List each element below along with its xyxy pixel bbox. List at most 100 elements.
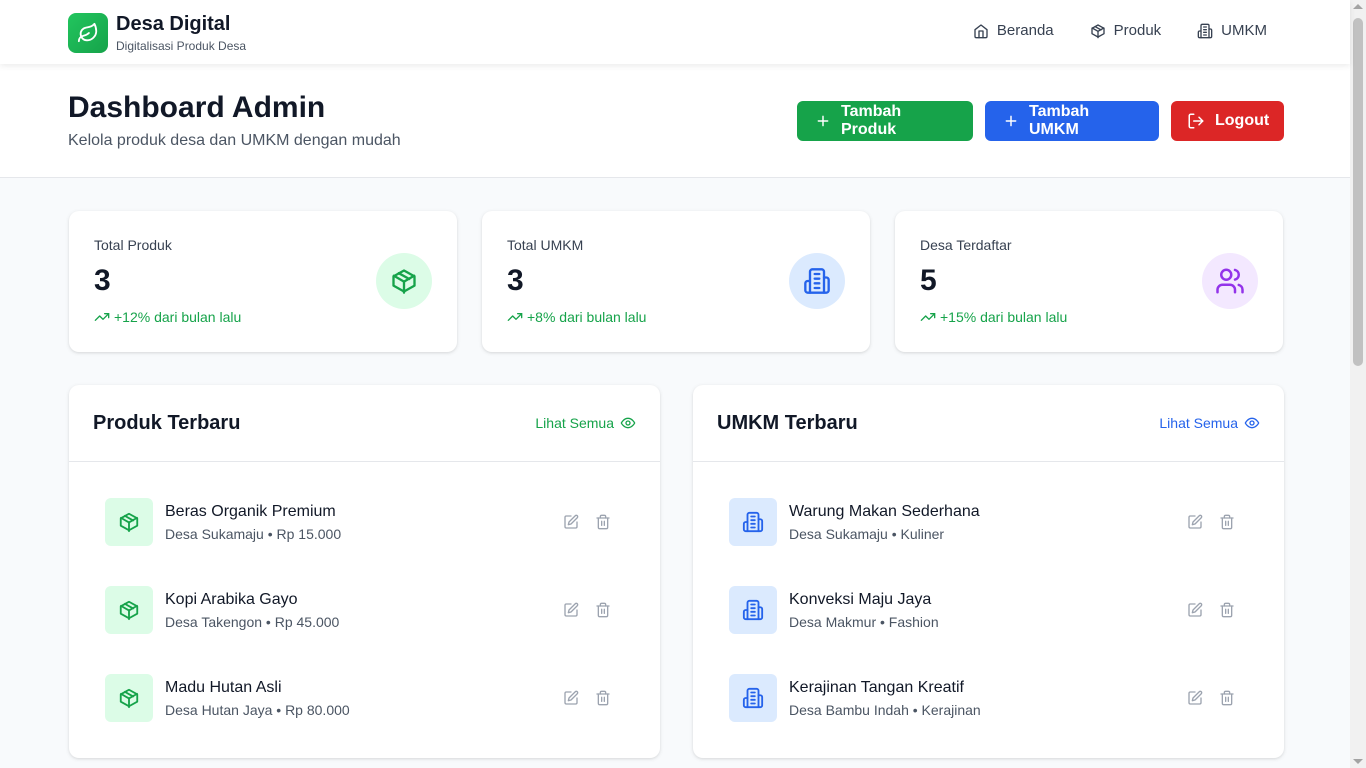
stat-label: Desa Terdaftar bbox=[920, 237, 1012, 253]
scroll-thumb[interactable] bbox=[1353, 18, 1363, 366]
stat-trend-text: +12% dari bulan lalu bbox=[114, 309, 242, 325]
trash-icon[interactable] bbox=[1219, 690, 1235, 706]
list-item[interactable]: Kerajinan Tangan Kreatif Desa Bambu Inda… bbox=[729, 674, 1248, 722]
scroll-down-arrow-icon[interactable] bbox=[1353, 759, 1363, 764]
nav-link-label: Beranda bbox=[996, 22, 1054, 39]
item-title: Kerajinan Tangan Kreatif bbox=[789, 679, 964, 696]
panel-header: UMKM Terbaru Lihat Semua bbox=[693, 385, 1284, 462]
brand-title: Desa Digital bbox=[116, 13, 231, 35]
plus-icon bbox=[1003, 113, 1019, 129]
stat-card-desa-terdaftar: Desa Terdaftar 5 +15% dari bulan lalu bbox=[895, 211, 1283, 352]
add-product-label: Tambah Produk bbox=[841, 103, 902, 138]
package-icon bbox=[105, 586, 153, 634]
edit-icon[interactable] bbox=[1187, 514, 1203, 530]
brand[interactable]: Desa Digital Digitalisasi Produk Desa bbox=[68, 12, 246, 54]
list-item[interactable]: Kopi Arabika Gayo Desa Takengon • Rp 45.… bbox=[105, 586, 624, 634]
add-umkm-label: Tambah UMKM bbox=[1029, 103, 1090, 138]
building-icon bbox=[729, 498, 777, 546]
edit-icon[interactable] bbox=[563, 690, 579, 706]
trash-icon[interactable] bbox=[595, 514, 611, 530]
logout-button[interactable]: Logout bbox=[1171, 101, 1284, 141]
latest-umkm-panel: UMKM Terbaru Lihat Semua Warung Makan Se… bbox=[693, 385, 1284, 758]
stat-label: Total Produk bbox=[94, 237, 172, 253]
header-actions: Tambah Produk Tambah UMKM Logout bbox=[785, 101, 1284, 141]
stat-trend: +15% dari bulan lalu bbox=[920, 309, 1067, 325]
building-icon bbox=[729, 674, 777, 722]
item-meta: Desa Hutan Jaya • Rp 80.000 bbox=[165, 702, 350, 718]
trash-icon[interactable] bbox=[1219, 602, 1235, 618]
page-title: Dashboard Admin bbox=[68, 91, 326, 124]
view-all-products-link[interactable]: Lihat Semua bbox=[535, 415, 636, 431]
plus-icon bbox=[815, 113, 831, 129]
view-all-umkm-link[interactable]: Lihat Semua bbox=[1159, 415, 1260, 431]
panel-header: Produk Terbaru Lihat Semua bbox=[69, 385, 660, 462]
stat-card-total-umkm: Total UMKM 3 +8% dari bulan lalu bbox=[482, 211, 870, 352]
top-navbar: Desa Digital Digitalisasi Produk Desa Be… bbox=[0, 0, 1350, 64]
logout-label: Logout bbox=[1215, 112, 1270, 129]
panel-title: Produk Terbaru bbox=[93, 412, 241, 434]
list-item[interactable]: Warung Makan Sederhana Desa Sukamaju • K… bbox=[729, 498, 1248, 546]
product-list: Beras Organik Premium Desa Sukamaju • Rp… bbox=[105, 498, 624, 762]
eye-icon bbox=[1244, 415, 1260, 431]
brand-subtitle: Digitalisasi Produk Desa bbox=[116, 39, 247, 53]
item-meta: Desa Sukamaju • Rp 15.000 bbox=[165, 526, 342, 542]
home-icon bbox=[973, 23, 989, 39]
package-icon bbox=[105, 674, 153, 722]
view-all-label: Lihat Semua bbox=[1159, 415, 1238, 431]
trash-icon[interactable] bbox=[1219, 514, 1235, 530]
page-header: Dashboard Admin Kelola produk desa dan U… bbox=[0, 64, 1350, 178]
page-subtitle: Kelola produk desa dan UMKM dengan mudah bbox=[68, 132, 401, 149]
building-icon bbox=[1197, 23, 1213, 39]
list-item[interactable]: Konveksi Maju Jaya Desa Makmur • Fashion bbox=[729, 586, 1248, 634]
item-meta: Desa Bambu Indah • Kerajinan bbox=[789, 702, 981, 718]
add-product-button[interactable]: Tambah Produk bbox=[797, 101, 973, 141]
package-icon bbox=[105, 498, 153, 546]
scroll-up-arrow-icon[interactable] bbox=[1353, 4, 1363, 9]
stat-trend-text: +8% dari bulan lalu bbox=[527, 309, 647, 325]
logout-icon bbox=[1187, 112, 1205, 130]
stat-value: 5 bbox=[920, 264, 937, 297]
umkm-list: Warung Makan Sederhana Desa Sukamaju • K… bbox=[729, 498, 1248, 762]
page-scrollbar[interactable] bbox=[1350, 0, 1366, 768]
stat-trend-text: +15% dari bulan lalu bbox=[940, 309, 1068, 325]
nav-link-beranda[interactable]: Beranda bbox=[973, 22, 1054, 39]
edit-icon[interactable] bbox=[1187, 602, 1203, 618]
nav-link-produk[interactable]: Produk bbox=[1090, 22, 1162, 39]
add-umkm-button[interactable]: Tambah UMKM bbox=[985, 101, 1159, 141]
stat-trend: +8% dari bulan lalu bbox=[507, 309, 646, 325]
view-all-label: Lihat Semua bbox=[535, 415, 614, 431]
item-title: Kopi Arabika Gayo bbox=[165, 591, 298, 608]
edit-icon[interactable] bbox=[563, 602, 579, 618]
nav-link-label: UMKM bbox=[1221, 22, 1267, 39]
trending-up-icon bbox=[920, 309, 936, 325]
item-meta: Desa Sukamaju • Kuliner bbox=[789, 526, 945, 542]
building-icon bbox=[789, 253, 845, 309]
trending-up-icon bbox=[94, 309, 110, 325]
panel-title: UMKM Terbaru bbox=[717, 412, 858, 434]
latest-products-panel: Produk Terbaru Lihat Semua Beras Organik… bbox=[69, 385, 660, 758]
stat-label: Total UMKM bbox=[507, 237, 584, 253]
nav-link-label: Produk bbox=[1113, 22, 1162, 39]
package-icon bbox=[1090, 23, 1106, 39]
nav-link-umkm[interactable]: UMKM bbox=[1197, 22, 1267, 39]
building-icon bbox=[729, 586, 777, 634]
package-icon bbox=[376, 253, 432, 309]
eye-icon bbox=[620, 415, 636, 431]
trash-icon[interactable] bbox=[595, 602, 611, 618]
item-meta: Desa Takengon • Rp 45.000 bbox=[165, 614, 340, 630]
users-icon bbox=[1202, 253, 1258, 309]
item-meta: Desa Makmur • Fashion bbox=[789, 614, 939, 630]
stat-value: 3 bbox=[507, 264, 524, 297]
stat-value: 3 bbox=[94, 264, 111, 297]
item-title: Warung Makan Sederhana bbox=[789, 503, 980, 520]
edit-icon[interactable] bbox=[563, 514, 579, 530]
trash-icon[interactable] bbox=[595, 690, 611, 706]
item-title: Madu Hutan Asli bbox=[165, 679, 282, 696]
leaf-icon bbox=[68, 13, 108, 53]
list-item[interactable]: Beras Organik Premium Desa Sukamaju • Rp… bbox=[105, 498, 624, 546]
edit-icon[interactable] bbox=[1187, 690, 1203, 706]
trending-up-icon bbox=[507, 309, 523, 325]
nav-links: Beranda Produk UMKM bbox=[937, 22, 1267, 39]
list-item[interactable]: Madu Hutan Asli Desa Hutan Jaya • Rp 80.… bbox=[105, 674, 624, 722]
stat-trend: +12% dari bulan lalu bbox=[94, 309, 241, 325]
